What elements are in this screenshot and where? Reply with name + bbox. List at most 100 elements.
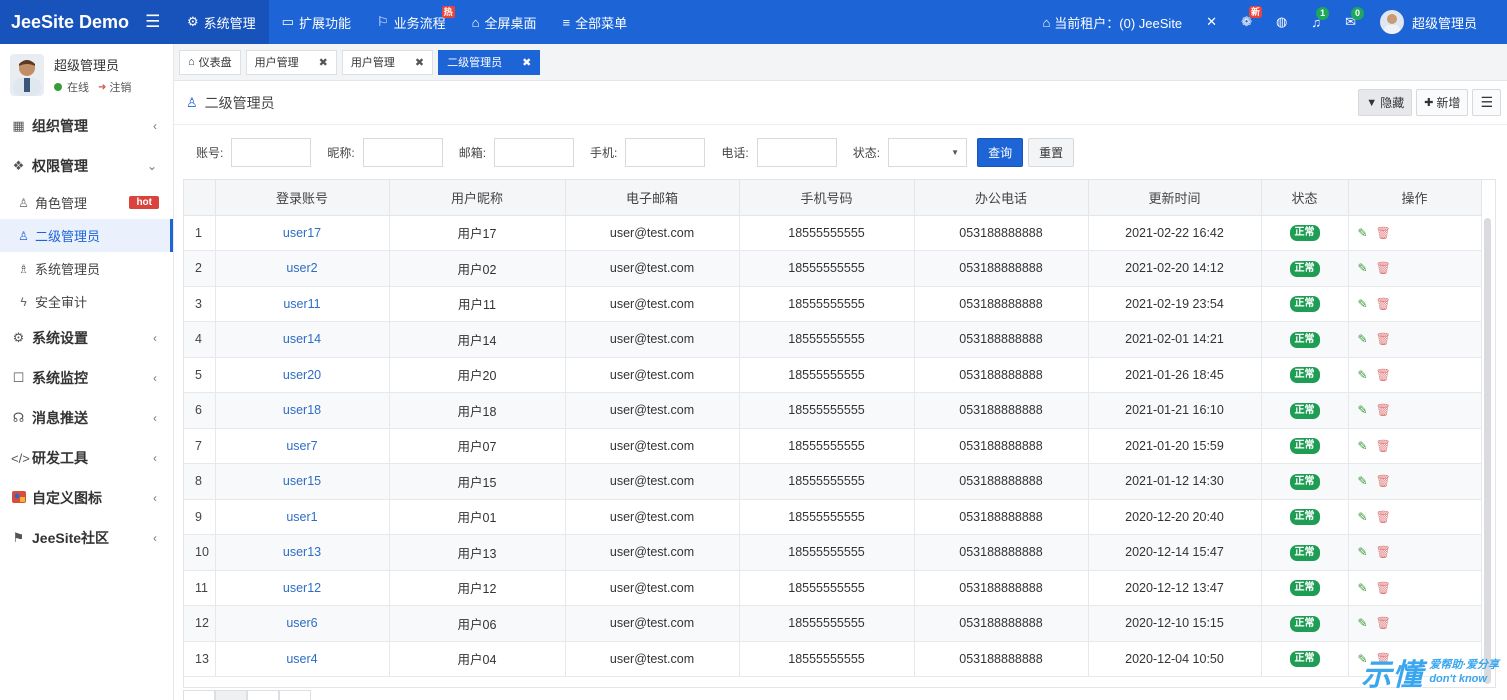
edit-icon[interactable]: ✎ [1358,439,1368,453]
account-link[interactable]: user18 [215,392,390,429]
col-header[interactable]: 登录账号 [215,180,390,216]
table-row[interactable]: 1 user17 用户17 user@test.com 18555555555 05318… [184,215,1482,251]
email-input[interactable] [494,137,575,167]
account-link[interactable]: user1 [215,499,390,535]
trash-icon[interactable]: 🗑 [1376,226,1391,240]
close-icon[interactable]: ✖ [319,56,328,69]
table-row[interactable]: 12 user6 用户06 user@test.com 18555555555 05318… [184,605,1482,642]
edit-icon[interactable]: ✎ [1358,510,1368,524]
tenant-switch[interactable]: ⌂ 当前租户：(0) JeeSite [1030,0,1194,44]
sidebar-item-custom-icons[interactable]: 自定义图标 ‹ [0,478,173,518]
table-row[interactable]: 11 user12 用户12 user@test.com 18555555555 0531… [184,570,1482,606]
more-menu-button[interactable]: ☰ [1472,89,1501,116]
table-row[interactable]: 5 user20 用户20 user@test.com 18555555555 05318… [184,357,1482,393]
edit-icon[interactable]: ✎ [1358,297,1368,311]
edit-icon[interactable]: ✎ [1358,261,1368,275]
topnav-item-allmenu[interactable]: ≡ 全部菜单 [550,0,641,44]
trash-icon[interactable]: 🗑 [1376,581,1391,595]
tab-user-manage-2[interactable]: 用户管理 ✖ [341,49,434,75]
user-menu[interactable]: 超级管理员 [1368,0,1489,44]
hamburger-icon[interactable]: ☰ [145,12,160,32]
trash-icon[interactable]: 🗑 [1376,403,1391,417]
table-row[interactable]: 9 user1 用户01 user@test.com 18555555555 053188… [184,499,1482,535]
add-button[interactable]: ✚ 新增 [1416,89,1469,116]
tab-dashboard[interactable]: ⌂ 仪表盘 [179,49,241,75]
account-link[interactable]: user4 [215,641,390,677]
close-icon[interactable]: ✖ [522,56,531,69]
vertical-scrollbar[interactable] [1484,218,1491,684]
topnav-item-system[interactable]: ⚙ 系统管理 [174,0,269,44]
edit-icon[interactable]: ✎ [1358,581,1368,595]
edit-icon[interactable]: ✎ [1358,403,1368,417]
tab-secadmin[interactable]: 二级管理员 ✖ [438,49,541,75]
sidebar-item-devtools[interactable]: </> 研发工具 ‹ [0,438,173,478]
edit-icon[interactable]: ✎ [1358,616,1368,630]
account-link[interactable]: user6 [215,605,390,642]
trash-icon[interactable]: 🗑 [1376,261,1391,275]
table-row[interactable]: 8 user15 用户15 user@test.com 18555555555 05318… [184,463,1482,500]
hide-search-button[interactable]: ▼ 隐藏 [1358,89,1413,116]
table-row[interactable]: 10 user13 用户13 user@test.com 18555555555 0531… [184,534,1482,571]
trash-icon[interactable]: 🗑 [1376,439,1391,453]
fullscreen-button[interactable]: ✕ [1194,0,1229,44]
table-row[interactable]: 2 user2 用户02 user@test.com 18555555555 053188… [184,250,1482,287]
status-select[interactable]: ▼ [888,137,968,167]
account-link[interactable]: user20 [215,357,390,393]
sidebar-item-monitor[interactable]: ☐ 系统监控 ‹ [0,358,173,398]
sidebar-item-permission[interactable]: ❖ 权限管理 ⌄ [0,146,173,186]
col-header[interactable]: 办公电话 [914,180,1089,216]
sidebar-item-org[interactable]: ▦ 组织管理 ‹ [0,106,173,146]
trash-icon[interactable]: 🗑 [1376,616,1391,630]
table-row[interactable]: 3 user11 用户11 user@test.com 18555555555 05318… [184,286,1482,322]
logout-link[interactable]: 注销 [109,79,131,95]
pager-prev[interactable] [183,690,215,700]
trash-icon[interactable]: 🗑 [1376,332,1391,346]
close-icon[interactable]: ✖ [415,56,424,69]
pager-next[interactable] [279,690,311,700]
col-header[interactable]: 电子邮箱 [565,180,740,216]
sidebar-item-settings[interactable]: ⚙ 系统设置 ‹ [0,318,173,358]
reset-button[interactable]: 重置 [1028,137,1075,167]
mail-button[interactable]: ✉ 0 [1333,0,1368,44]
pager-current[interactable] [215,690,247,700]
trash-icon[interactable]: 🗑 [1376,297,1391,311]
col-header[interactable]: 状态 [1261,180,1349,216]
edit-icon[interactable]: ✎ [1358,226,1368,240]
table-row[interactable]: 4 user14 用户14 user@test.com 18555555555 05318… [184,321,1482,358]
topnav-item-desktop[interactable]: ⌂ 全屏桌面 [459,0,550,44]
account-input[interactable] [231,137,312,167]
notifications-button[interactable]: ♫ 1 [1299,0,1333,44]
account-link[interactable]: user12 [215,570,390,606]
account-link[interactable]: user14 [215,321,390,358]
sidebar-item-secadmin[interactable]: ♙ 二级管理员 [0,219,173,252]
table-row[interactable]: 7 user7 用户07 user@test.com 18555555555 053188… [184,428,1482,464]
account-link[interactable]: user7 [215,428,390,464]
trash-icon[interactable]: 🗑 [1376,368,1391,382]
col-header[interactable]: 手机号码 [739,180,915,216]
brand-title[interactable]: JeeSite Demo [11,12,129,33]
edit-icon[interactable]: ✎ [1358,474,1368,488]
language-button[interactable]: ◍ [1264,0,1299,44]
edit-icon[interactable]: ✎ [1358,368,1368,382]
col-header[interactable]: 用户昵称 [389,180,566,216]
account-link[interactable]: user15 [215,463,390,500]
query-button[interactable]: 查询 [977,137,1024,167]
table-row[interactable]: 13 user4 用户04 user@test.com 18555555555 05318… [184,641,1482,677]
sidebar-item-audit[interactable]: ϟ 安全审计 [0,285,173,318]
sidebar-item-sysadmin[interactable]: ♗ 系统管理员 [0,252,173,285]
sidebar-item-community[interactable]: ⚑ JeeSite社区 ‹ [0,518,173,558]
topnav-item-extend[interactable]: ▭ 扩展功能 [269,0,364,44]
table-row[interactable]: 6 user18 用户18 user@test.com 18555555555 05318… [184,392,1482,429]
trash-icon[interactable]: 🗑 [1376,510,1391,524]
topnav-item-workflow[interactable]: ⚐ 业务流程 热 [364,0,459,44]
account-link[interactable]: user2 [215,250,390,287]
edit-icon[interactable]: ✎ [1358,545,1368,559]
sidebar-item-message[interactable]: ☊ 消息推送 ‹ [0,398,173,438]
apps-button[interactable]: ❁ 新 [1229,0,1264,44]
mobile-input[interactable] [625,137,706,167]
phone-input[interactable] [756,137,837,167]
tab-user-manage[interactable]: 用户管理 ✖ [245,49,337,75]
pager-page[interactable] [247,690,279,700]
nickname-input[interactable] [362,137,443,167]
col-header[interactable]: 更新时间 [1088,180,1262,216]
